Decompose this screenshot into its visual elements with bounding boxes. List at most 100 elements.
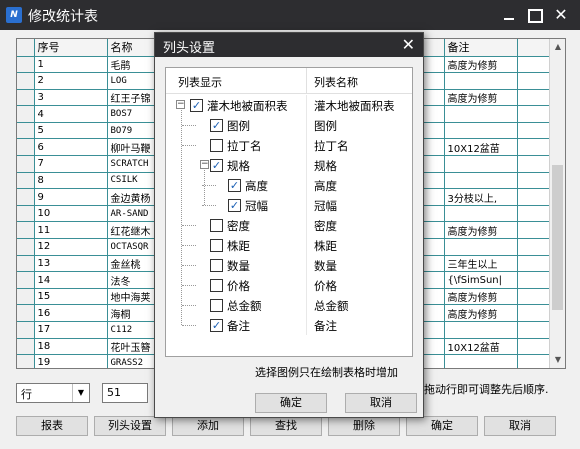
- tree-item-label: 价格: [227, 279, 250, 293]
- scroll-thumb[interactable]: [552, 165, 563, 310]
- cell-note: [444, 172, 518, 190]
- chevron-down-icon[interactable]: ▼: [72, 384, 89, 402]
- row-selector[interactable]: [17, 172, 35, 190]
- tree-item[interactable]: 总金额 总金额: [166, 295, 412, 315]
- find-button[interactable]: 查找: [250, 416, 322, 436]
- cell-extra: [517, 172, 551, 190]
- checkbox[interactable]: ✓: [190, 99, 203, 112]
- cell-extra: [517, 255, 551, 273]
- tree-item[interactable]: 密度 密度: [166, 215, 412, 235]
- tree-item[interactable]: 拉丁名 拉丁名: [166, 135, 412, 155]
- column-header-no[interactable]: 序号: [34, 39, 108, 57]
- cell-extra: [517, 321, 551, 339]
- cell-note: 3分枝以上,: [444, 188, 518, 206]
- cell-no: 12: [34, 238, 108, 256]
- scroll-down-icon[interactable]: ▼: [550, 352, 565, 368]
- close-button[interactable]: ✕: [552, 6, 570, 24]
- row-selector[interactable]: [17, 321, 35, 339]
- row-selector[interactable]: [17, 238, 35, 256]
- tree-header: 列表显示 列表名称: [166, 68, 412, 94]
- row-selector[interactable]: [17, 304, 35, 322]
- checkbox[interactable]: [210, 279, 223, 292]
- row-selector[interactable]: [17, 56, 35, 74]
- column-header-note[interactable]: 备注: [444, 39, 518, 57]
- dialog-cancel-button[interactable]: 取消: [345, 393, 417, 413]
- checkbox[interactable]: [210, 239, 223, 252]
- row-selector[interactable]: [17, 72, 35, 90]
- minimize-button[interactable]: [500, 6, 518, 24]
- dialog-hint: 选择图例只在绘制表格时增加: [255, 366, 398, 379]
- checkbox[interactable]: [210, 299, 223, 312]
- dialog-title-bar: 列头设置 ✕: [155, 33, 423, 57]
- cancel-button[interactable]: 取消: [484, 416, 556, 436]
- checkbox[interactable]: ✓: [228, 199, 241, 212]
- delete-button[interactable]: 删除: [328, 416, 400, 436]
- row-selector[interactable]: [17, 138, 35, 157]
- row-selector[interactable]: [17, 188, 35, 206]
- column-settings-button[interactable]: 列头设置: [94, 416, 166, 436]
- tree-item-name: 灌木地被面积表: [314, 99, 395, 113]
- cell-extra: [517, 138, 551, 157]
- cell-extra: [517, 155, 551, 173]
- checkbox[interactable]: ✓: [210, 119, 223, 132]
- cell-note: 高度为修剪: [444, 304, 518, 322]
- row-count-input[interactable]: 51: [102, 383, 148, 403]
- tree-item[interactable]: ✓ 冠幅 冠幅: [166, 195, 412, 215]
- add-button[interactable]: 添加: [172, 416, 244, 436]
- row-selector[interactable]: [17, 122, 35, 140]
- drag-hint: 拖动行即可调整先后顺序.: [424, 383, 549, 396]
- tree-item[interactable]: ✓ 图例 图例: [166, 115, 412, 135]
- collapse-icon[interactable]: −: [176, 100, 185, 109]
- row-selector[interactable]: [17, 271, 35, 289]
- tree-item-label: 冠幅: [245, 199, 268, 213]
- column-tree[interactable]: 列表显示 列表名称 − ✓ 灌木地被面积表 灌木地被面积表 ✓ 图例 图例 拉丁名 拉丁名 − ✓ 规…: [165, 67, 413, 357]
- tree-item[interactable]: ✓ 备注 备注: [166, 315, 412, 335]
- cell-no: 15: [34, 288, 108, 306]
- tree-item[interactable]: 株距 株距: [166, 235, 412, 255]
- window-title: 修改统计表: [28, 9, 98, 25]
- maximize-button[interactable]: [525, 6, 543, 24]
- tree-item[interactable]: ✓ 高度 高度: [166, 175, 412, 195]
- tree-item[interactable]: − ✓ 灌木地被面积表 灌木地被面积表: [166, 95, 412, 115]
- row-selector[interactable]: [17, 221, 35, 240]
- row-selector[interactable]: [17, 89, 35, 107]
- checkbox[interactable]: [210, 139, 223, 152]
- cell-extra: [517, 354, 551, 368]
- row-selector[interactable]: [17, 255, 35, 273]
- row-selector[interactable]: [17, 155, 35, 173]
- cell-no: 9: [34, 188, 108, 206]
- tree-item-label: 灌木地被面积表: [207, 99, 288, 113]
- tree-item-label: 密度: [227, 219, 250, 233]
- row-selector[interactable]: [17, 105, 35, 123]
- tree-item-name: 图例: [314, 119, 337, 133]
- table-vertical-scrollbar[interactable]: ▲ ▼: [549, 39, 565, 368]
- collapse-icon[interactable]: −: [200, 160, 209, 169]
- tree-item[interactable]: 价格 价格: [166, 275, 412, 295]
- cell-no: 17: [34, 321, 108, 339]
- tree-item-label: 数量: [227, 259, 250, 273]
- ok-button[interactable]: 确定: [406, 416, 478, 436]
- column-header-extra[interactable]: [517, 39, 551, 57]
- dialog-close-icon[interactable]: ✕: [402, 35, 415, 54]
- checkbox[interactable]: ✓: [210, 319, 223, 332]
- dialog-ok-button[interactable]: 确定: [255, 393, 327, 413]
- cell-note: 高度为修剪: [444, 56, 518, 74]
- scroll-up-icon[interactable]: ▲: [550, 39, 565, 55]
- row-selector[interactable]: [17, 338, 35, 356]
- cell-note: [444, 238, 518, 256]
- row-selector[interactable]: [17, 288, 35, 306]
- row-selector[interactable]: [17, 354, 35, 368]
- checkbox[interactable]: ✓: [210, 159, 223, 172]
- checkbox[interactable]: ✓: [228, 179, 241, 192]
- cell-no: 8: [34, 172, 108, 190]
- cell-extra: [517, 221, 551, 240]
- report-button[interactable]: 报表: [16, 416, 88, 436]
- tree-item[interactable]: 数量 数量: [166, 255, 412, 275]
- checkbox[interactable]: [210, 259, 223, 272]
- row-type-value: 行: [21, 388, 32, 401]
- row-type-select[interactable]: 行 ▼: [16, 383, 90, 403]
- cell-no: 11: [34, 221, 108, 240]
- row-selector[interactable]: [17, 205, 35, 223]
- tree-item[interactable]: − ✓ 规格 规格: [166, 155, 412, 175]
- checkbox[interactable]: [210, 219, 223, 232]
